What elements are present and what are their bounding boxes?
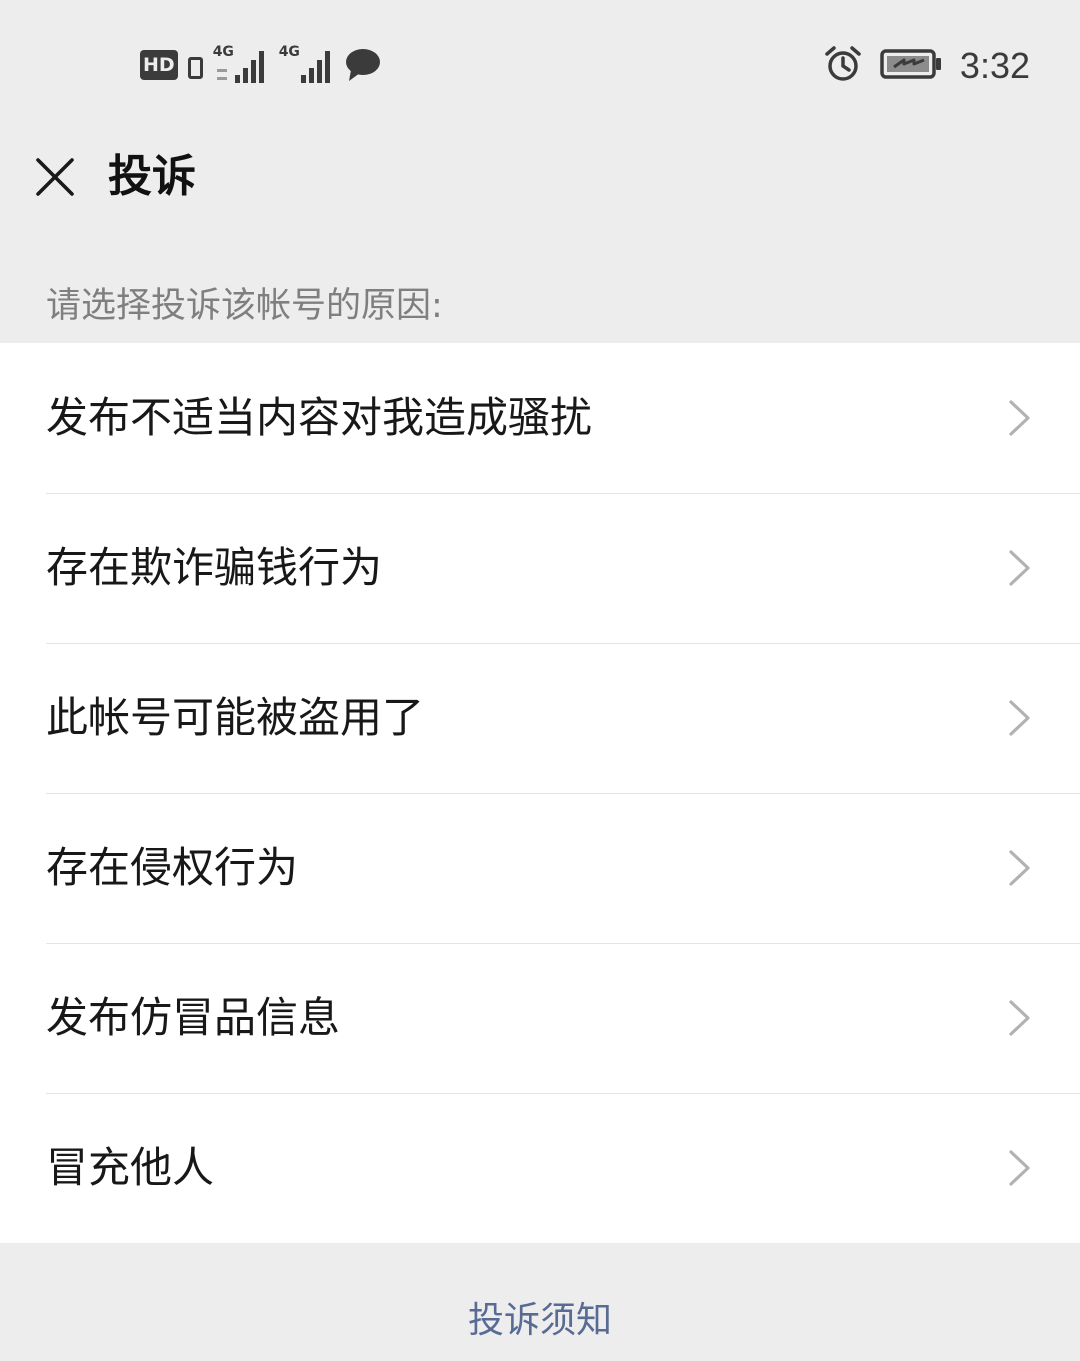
- reason-label: 冒充他人: [46, 1143, 215, 1192]
- sim-card-icon: [187, 57, 203, 79]
- status-bar: HD 4G 4G 3:32: [0, 0, 1080, 130]
- chevron-right-icon: [1009, 850, 1030, 886]
- reason-list: 发布不适当内容对我造成骚扰 存在欺诈骗钱行为 此帐号可能被盗用了 存在侵权行为 …: [0, 343, 1080, 1243]
- reason-label: 此帐号可能被盗用了: [46, 693, 425, 742]
- signal-bars-icon: 4G: [279, 45, 335, 85]
- chevron-right-icon: [1009, 400, 1030, 436]
- reason-item-fraud[interactable]: 存在欺诈骗钱行为: [0, 493, 1080, 643]
- reason-item-account-stolen[interactable]: 此帐号可能被盗用了: [0, 643, 1080, 793]
- reason-label: 存在欺诈骗钱行为: [46, 543, 383, 592]
- signal-bars-icon: 4G: [213, 45, 269, 85]
- section-hint: 请选择投诉该帐号的原因:: [46, 286, 443, 326]
- chevron-right-icon: [1009, 1000, 1030, 1036]
- status-left-group: HD 4G 4G: [140, 45, 381, 85]
- alarm-clock-icon: [824, 45, 862, 87]
- status-right-group: 3:32: [824, 44, 1030, 88]
- reason-item-infringement[interactable]: 存在侵权行为: [0, 793, 1080, 943]
- status-time: 3:32: [959, 45, 1030, 86]
- close-icon: [36, 158, 74, 196]
- complaint-notice-link[interactable]: 投诉须知: [0, 1292, 1080, 1350]
- battery-charging-icon: [880, 48, 942, 84]
- reason-label: 发布仿冒品信息: [46, 993, 341, 1042]
- chevron-right-icon: [1009, 1150, 1030, 1186]
- chevron-right-icon: [1009, 550, 1030, 586]
- reason-label: 发布不适当内容对我造成骚扰: [46, 393, 593, 442]
- chevron-right-icon: [1009, 700, 1030, 736]
- hd-badge: HD: [140, 50, 178, 80]
- reason-item-counterfeit[interactable]: 发布仿冒品信息: [0, 943, 1080, 1093]
- reason-label: 存在侵权行为: [46, 843, 299, 892]
- message-bubble-icon: [345, 48, 381, 82]
- nav-bar: 投诉: [0, 130, 1080, 226]
- reason-item-impersonation[interactable]: 冒充他人: [0, 1093, 1080, 1243]
- close-button[interactable]: [26, 148, 84, 206]
- page-title: 投诉: [108, 151, 196, 202]
- reason-item-inappropriate-content[interactable]: 发布不适当内容对我造成骚扰: [0, 343, 1080, 493]
